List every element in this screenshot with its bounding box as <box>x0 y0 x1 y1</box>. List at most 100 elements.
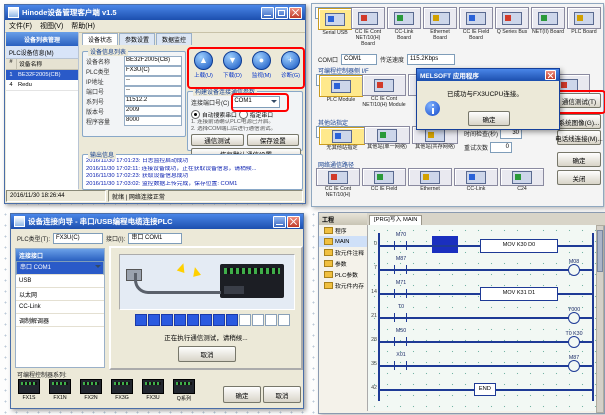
speed-value[interactable]: 115.2Kbps <box>407 54 455 65</box>
contact[interactable]: M70 <box>394 241 407 250</box>
retry-value[interactable]: 0 <box>490 142 512 153</box>
sidebar-header-device-list[interactable]: 设备列表管理 <box>6 32 78 46</box>
monitor-button[interactable]: ● 监视(M) <box>249 51 274 79</box>
pcif-tile-q-bus[interactable]: Q Series Bus <box>495 7 529 36</box>
close-icon[interactable] <box>287 216 300 228</box>
model-fx3u[interactable]: FX3U <box>141 379 165 402</box>
radio-auto-search[interactable] <box>191 110 200 119</box>
tab-data-monitor[interactable]: 数据监控 <box>156 33 192 45</box>
tab-device-status[interactable]: 设备状态 <box>82 33 118 45</box>
model-fx3g[interactable]: FX3G <box>110 379 134 402</box>
stop-button[interactable]: 取消 <box>178 346 236 362</box>
interface-value[interactable]: 串口 COM1 <box>128 233 182 244</box>
route-tile-ccie-cont[interactable]: CC IE Cont NET/10(H) <box>316 168 360 199</box>
melsoft-dialog-titlebar[interactable]: MELSOFT 应用程序 <box>417 69 559 81</box>
ladder-rung[interactable]: 35 X01 M87 <box>378 365 592 367</box>
pcif-tile-cclink-board[interactable]: CC-Link Board <box>387 7 421 42</box>
dialog-ok-button[interactable]: 确定 <box>468 111 510 126</box>
scrollbar-thumb[interactable] <box>597 230 603 272</box>
coil-icon[interactable] <box>568 336 580 348</box>
folder-icon <box>324 238 333 245</box>
interface-item-com1[interactable]: 串口 COM1 <box>16 261 104 275</box>
tree-item-device-memory[interactable]: 软元件内存 <box>319 280 367 291</box>
tree-item-program[interactable]: 程序 <box>319 225 367 236</box>
other-station-tile-single[interactable]: 其他站(单一网络) <box>364 126 410 151</box>
radio-manual-port[interactable] <box>239 110 248 119</box>
ladder-tab-main[interactable]: [PRG]写入 MAIN <box>369 215 422 225</box>
menu-view[interactable]: 视图(V) <box>40 21 63 31</box>
system-image-button[interactable]: 系统图像(G)... <box>557 114 601 129</box>
pcif-tile-ethernet-board[interactable]: Ethernet Board <box>423 7 457 42</box>
coil-icon[interactable] <box>568 312 580 324</box>
download-button[interactable]: ▼ 下载(D) <box>220 51 245 79</box>
vertical-scrollbar[interactable] <box>596 225 604 413</box>
ladder-rung-end[interactable]: 42 END <box>378 389 592 391</box>
menu-file[interactable]: 文件(F) <box>9 21 32 31</box>
ladder-rung[interactable]: 28 M50 T0 K30 <box>378 341 592 343</box>
interface-item-ethernet[interactable]: 以太网 <box>16 288 104 301</box>
comm-test-button[interactable]: 通信测试(T) <box>557 93 601 108</box>
upload-button[interactable]: ▲ 上载(U) <box>191 51 216 79</box>
window3-titlebar[interactable]: 设备连接向导 - 串口/USB编程电缆连接PLC <box>11 214 303 229</box>
ladder-rung[interactable]: 7 M87 M08 <box>378 269 592 271</box>
plc-type-value[interactable]: FX3U(C) <box>53 233 103 244</box>
contact[interactable]: M71 <box>394 289 407 298</box>
contact[interactable]: X01 <box>394 361 407 370</box>
route-tile-ethernet[interactable]: Ethernet <box>408 168 452 193</box>
interface-item-modem[interactable]: 调制解调器 <box>16 314 104 327</box>
tab-parameter[interactable]: 参数设置 <box>119 33 155 45</box>
ladder-rung[interactable]: 21 T0 Y000 <box>378 317 592 319</box>
dialog-close-icon[interactable] <box>545 70 556 80</box>
ok-button[interactable]: 确定 <box>557 152 601 167</box>
maximize-icon[interactable] <box>275 7 288 19</box>
com-port-select[interactable]: COM1 <box>231 96 280 108</box>
contact[interactable]: M50 <box>394 337 407 346</box>
ok-button[interactable]: 确定 <box>223 386 261 403</box>
tree-item-parameter[interactable]: 参数 <box>319 258 367 269</box>
tree-item-plc-parameter[interactable]: PLC参数 <box>319 269 367 280</box>
window1-titlebar[interactable]: Hinode设备管理客户端 v1.5 <box>5 5 305 20</box>
menu-help[interactable]: 帮助(H) <box>71 21 95 31</box>
model-fx1s[interactable]: FX1S <box>17 379 41 402</box>
diagnose-button[interactable]: + 诊断(G) <box>278 51 303 79</box>
comm-test-dialog: 正在执行通信测试，请稍候... 取消 <box>109 246 303 370</box>
contact[interactable]: M87 <box>394 265 407 274</box>
instruction-box[interactable]: MOV K30 D0 <box>480 239 558 253</box>
comm-test-button[interactable]: 通信测试 <box>191 134 244 146</box>
tile-caption: NET(II) Board <box>531 30 565 36</box>
model-q-series[interactable]: Q系列 <box>172 379 196 402</box>
phone-line-button[interactable]: 电话线连接(M)... <box>557 130 601 145</box>
route-tile-ccie-field[interactable]: CC IE Field <box>362 168 406 193</box>
contact[interactable]: T0 <box>394 313 407 322</box>
plcif-tile-ccie-cont-module[interactable]: CC IE Cont NET/10(H) Module <box>362 74 406 109</box>
cancel-button[interactable]: 取消 <box>263 386 301 403</box>
coil-icon[interactable] <box>568 360 580 372</box>
minimize-icon[interactable] <box>273 216 286 228</box>
model-fx2n[interactable]: FX2N <box>79 379 103 402</box>
pcif-tile-ccie-cont-board[interactable]: CC IE Cont NET/10(H) Board <box>351 7 385 47</box>
route-tile-cclink[interactable]: CC-Link <box>454 168 498 193</box>
ladder-rung[interactable]: 0 M70 MOV K30 D0 <box>378 245 592 247</box>
ladder-canvas[interactable]: 0 M70 MOV K30 D0 7 M87 M08 14 M71 MOV K3… <box>367 225 599 411</box>
tree-item-main[interactable]: MAIN <box>319 236 367 247</box>
interface-item-usb[interactable]: USB <box>16 275 104 288</box>
pcif-tile-ccie-field-board[interactable]: CC IE Field Board <box>459 7 493 42</box>
pcif-tile-net2-board[interactable]: NET(II) Board <box>531 7 565 36</box>
close-icon[interactable] <box>289 7 302 19</box>
coil-icon[interactable] <box>568 264 580 276</box>
sidebar-header-plc-info[interactable]: PLC设备信息(M) <box>6 46 78 59</box>
save-settings-button[interactable]: 保存设置 <box>247 134 300 146</box>
route-tile-c24[interactable]: C24 <box>500 168 544 193</box>
device-row[interactable]: 4 Redu <box>6 80 78 91</box>
close-button[interactable]: 关闭 <box>557 170 601 185</box>
model-fx1n[interactable]: FX1N <box>48 379 72 402</box>
ladder-rung[interactable]: 14 M71 MOV K31 D1 <box>378 293 592 295</box>
com-value[interactable]: COM1 <box>341 54 377 65</box>
app-icon <box>8 7 19 18</box>
minimize-icon[interactable] <box>261 7 274 19</box>
instruction-box[interactable]: MOV K31 D1 <box>480 287 558 301</box>
pcif-tile-plc-board[interactable]: PLC Board <box>567 7 601 36</box>
interface-item-cclink[interactable]: CC-Link <box>16 301 104 314</box>
device-row-selected[interactable]: 1 BE32F2005(CB) <box>6 70 78 80</box>
tree-item-comment[interactable]: 软元件注释 <box>319 247 367 258</box>
